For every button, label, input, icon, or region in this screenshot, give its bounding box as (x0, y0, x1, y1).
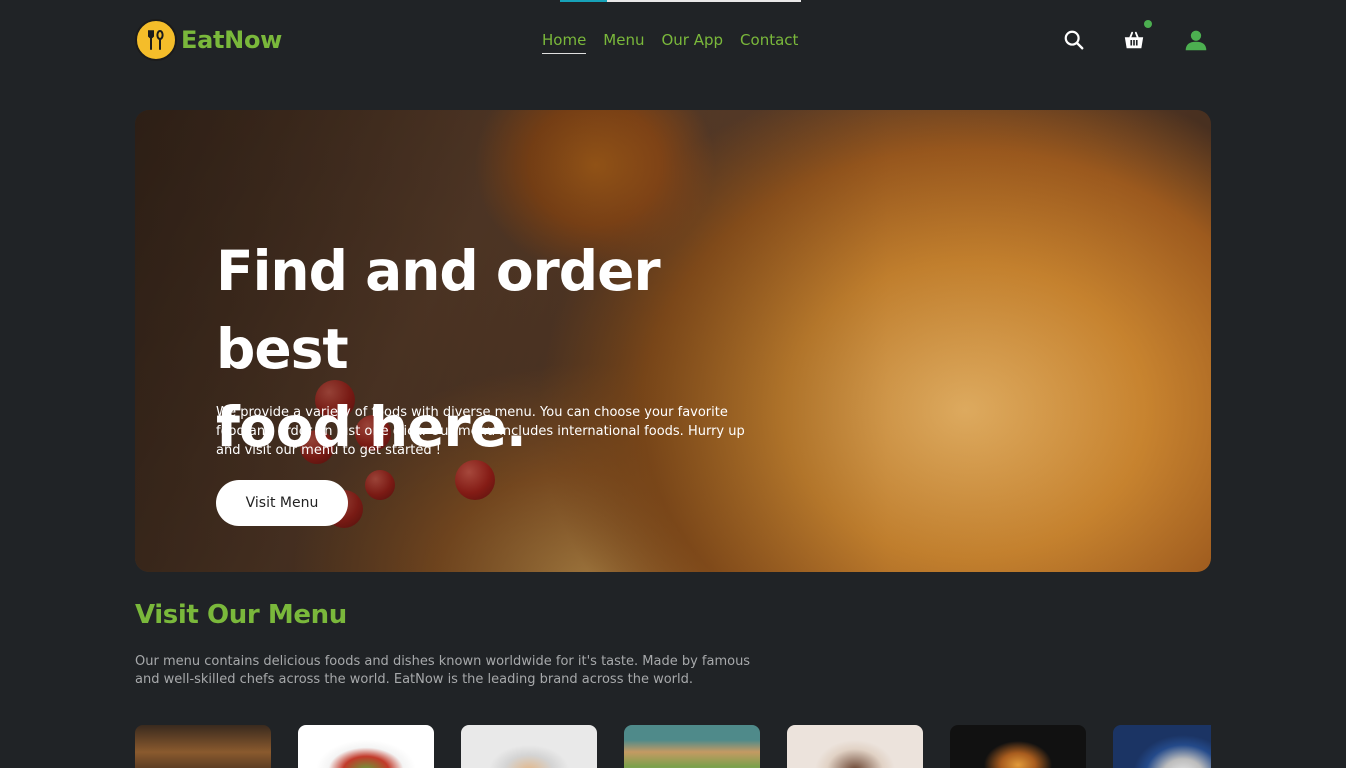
nav-item-home[interactable]: Home (542, 30, 587, 54)
search-icon[interactable] (1062, 28, 1086, 52)
nav-item-our-app[interactable]: Our App (661, 30, 723, 54)
food-card[interactable] (787, 725, 923, 768)
food-card-strip (135, 725, 1211, 768)
food-card[interactable] (298, 725, 434, 768)
menu-section-heading: Visit Our Menu (135, 600, 347, 630)
menu-section-description: Our menu contains delicious foods and di… (135, 654, 751, 687)
nav-item-contact[interactable]: Contact (740, 30, 798, 54)
food-card[interactable] (135, 725, 271, 768)
fork-spoon-logo-icon (135, 19, 177, 61)
food-card[interactable] (1113, 725, 1211, 768)
cart-badge-dot (1144, 20, 1152, 28)
food-card[interactable] (461, 725, 597, 768)
visit-menu-button[interactable]: Visit Menu (216, 480, 348, 526)
food-card[interactable] (624, 725, 760, 768)
nav-item-menu[interactable]: Menu (603, 30, 644, 54)
hero-banner: Find and order best food here. We provid… (135, 110, 1211, 572)
site-header: EatNow Home Menu Our App Contact (135, 0, 1211, 80)
food-card[interactable] (950, 725, 1086, 768)
hero-description: We provide a variety of foods with diver… (216, 405, 745, 458)
brand-logo-link[interactable]: EatNow (135, 18, 282, 62)
brand-name: EatNow (181, 26, 283, 54)
user-icon[interactable] (1184, 28, 1208, 52)
main-nav: Home Menu Our App Contact (542, 30, 798, 54)
cart-icon[interactable] (1122, 20, 1152, 52)
hero-title-line: Find and order best (216, 239, 661, 381)
